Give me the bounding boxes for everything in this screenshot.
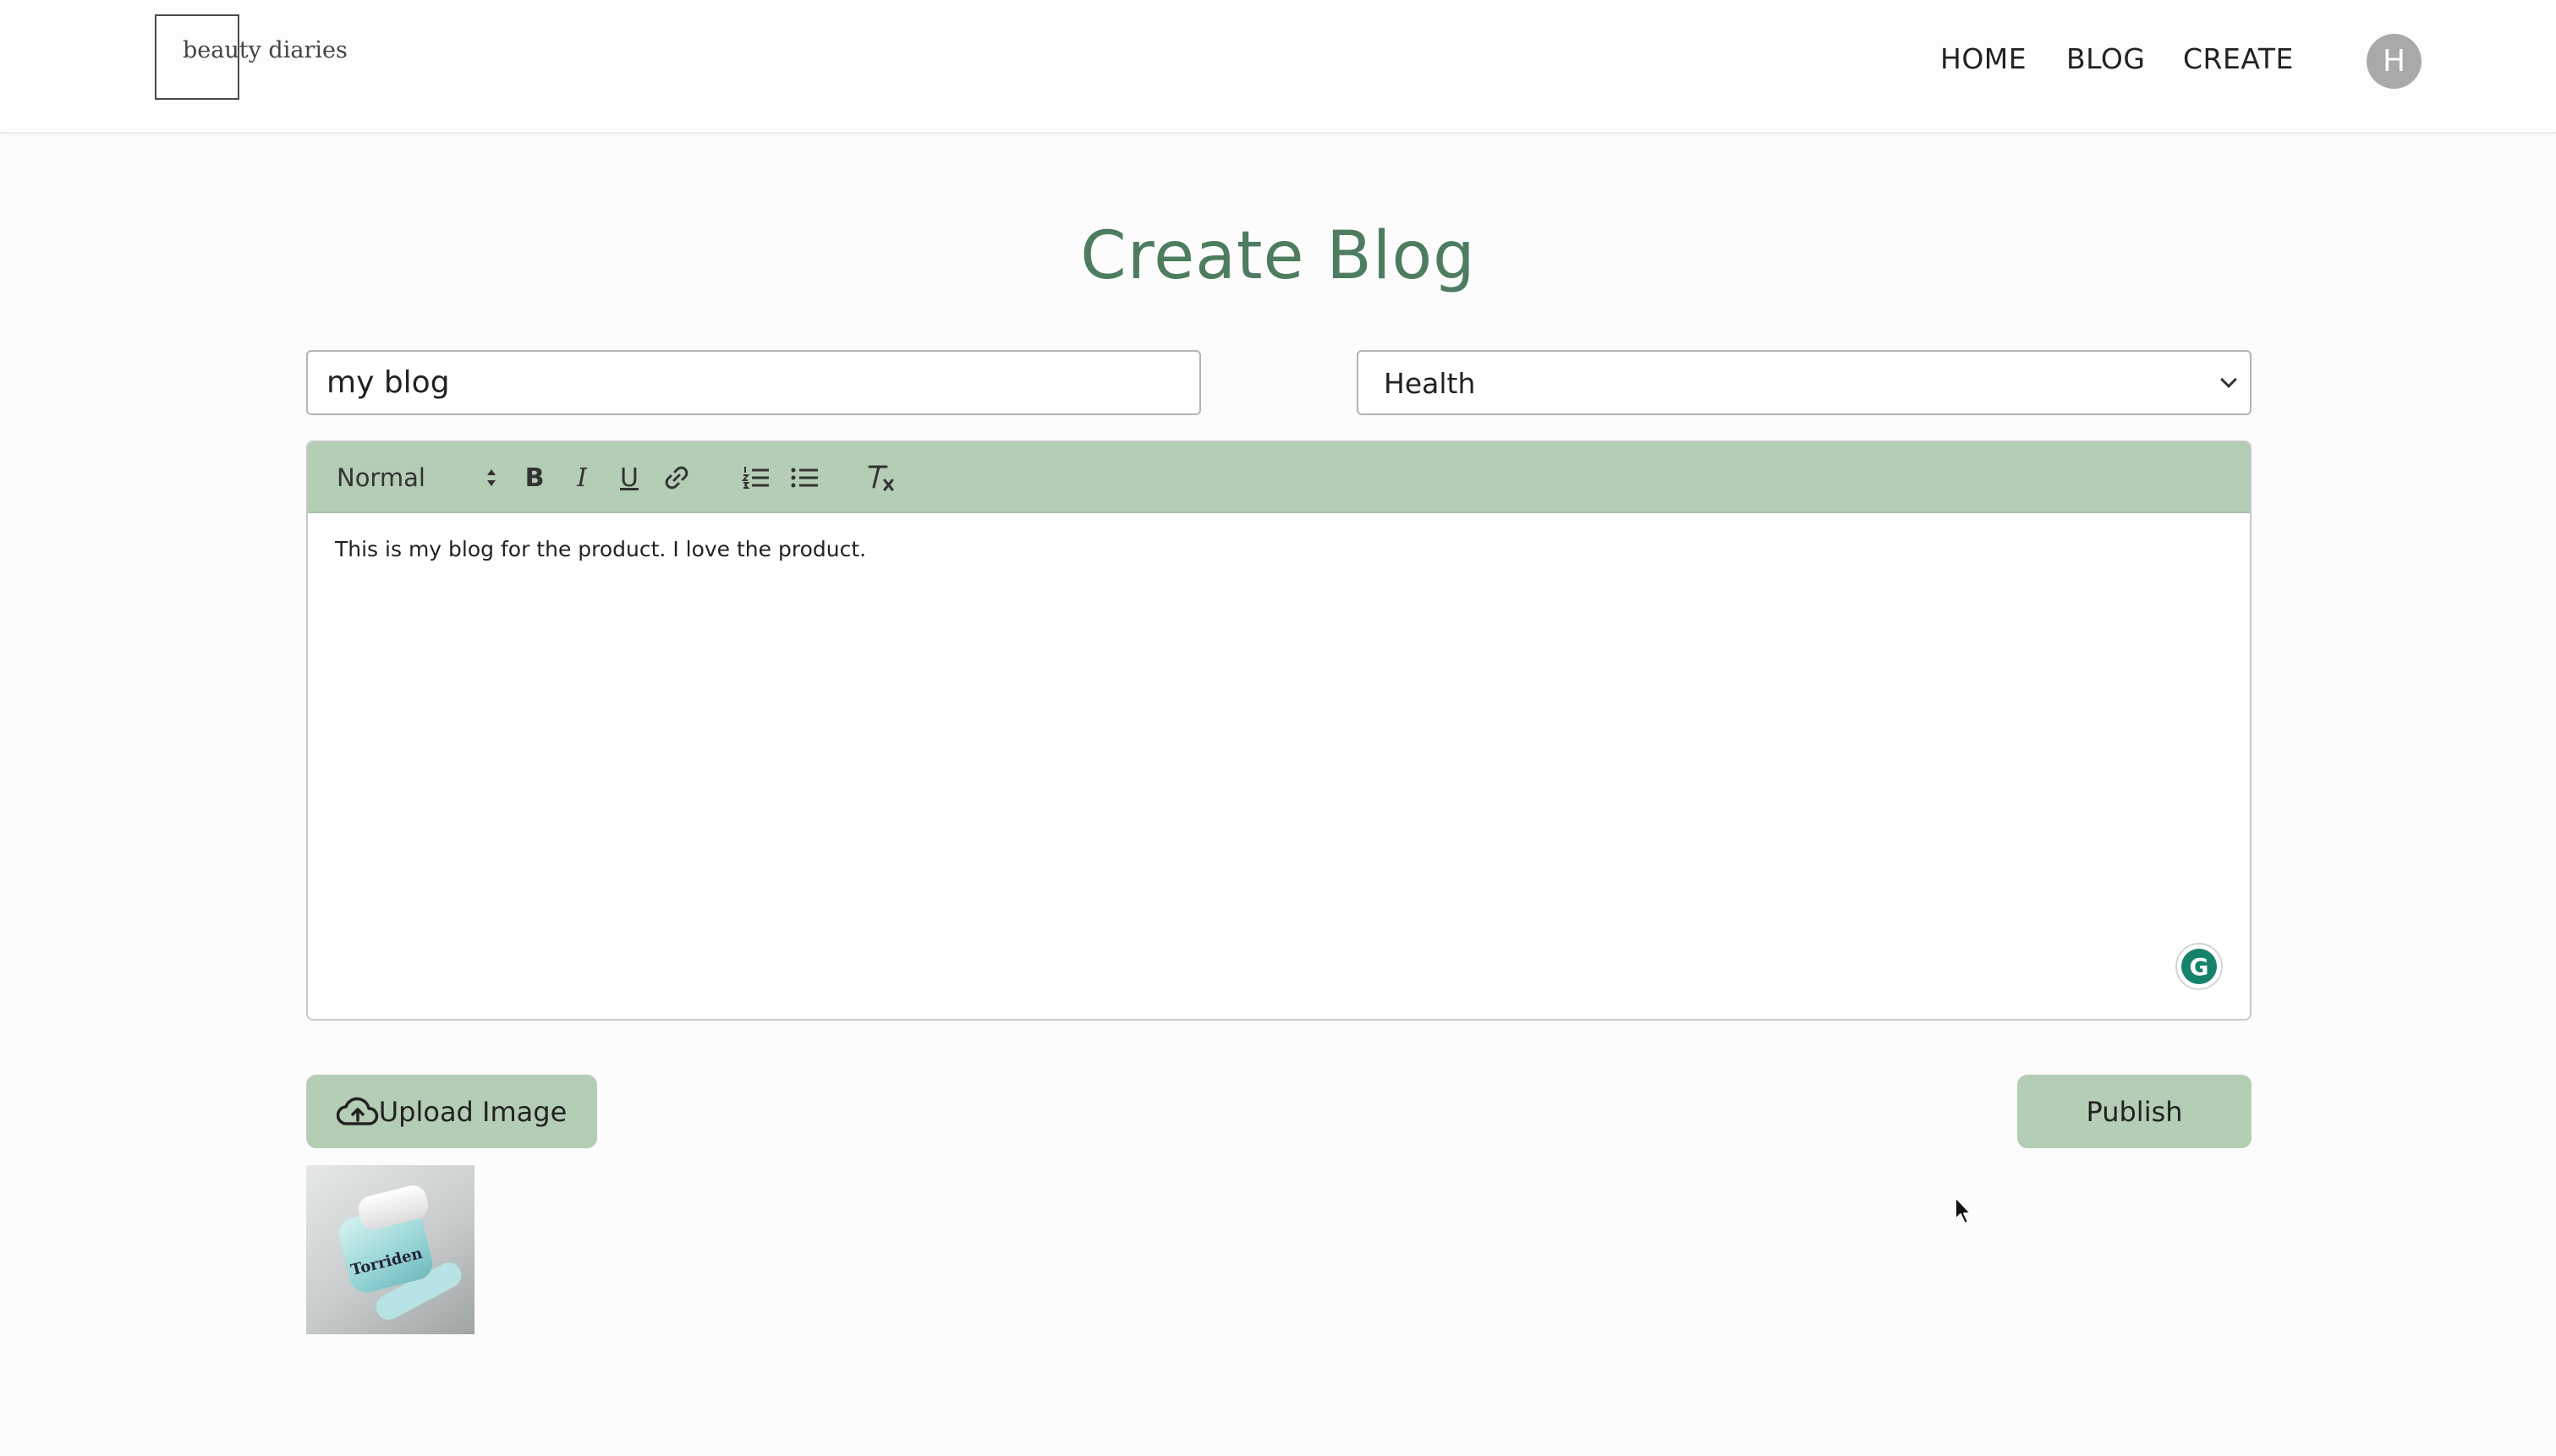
upload-image-button[interactable]: Upload Image xyxy=(306,1075,597,1148)
bold-button[interactable]: B xyxy=(516,457,553,498)
underline-icon: U xyxy=(620,463,639,493)
bullet-list-icon xyxy=(791,468,818,488)
clear-format-icon xyxy=(868,465,894,491)
clear-format-button[interactable] xyxy=(859,457,900,498)
top-navbar: beauty diaries HOME BLOG CREATE H xyxy=(0,0,2556,134)
nav-create-link[interactable]: CREATE xyxy=(2183,42,2294,75)
upload-image-label: Upload Image xyxy=(378,1095,568,1128)
underline-button[interactable]: U xyxy=(611,457,648,498)
page-title: Create Blog xyxy=(1080,218,1476,294)
category-select[interactable]: Health xyxy=(1357,350,2252,415)
ordered-list-icon xyxy=(742,467,769,489)
user-avatar[interactable]: H xyxy=(2367,34,2422,89)
format-select-label: Normal xyxy=(337,463,425,492)
italic-icon: I xyxy=(577,463,587,493)
logo-text[interactable]: beauty diaries xyxy=(183,37,348,63)
ordered-list-button[interactable] xyxy=(738,457,775,498)
format-select[interactable]: Normal xyxy=(337,457,497,498)
publish-button[interactable]: Publish xyxy=(2017,1075,2252,1148)
updown-arrows-icon xyxy=(487,469,496,486)
uploaded-image-thumbnail: Torriden xyxy=(306,1165,474,1334)
editor-content[interactable]: This is my blog for the product. I love … xyxy=(335,537,866,561)
cloud-upload-icon xyxy=(336,1097,378,1125)
grammarly-icon: G xyxy=(2181,949,2217,984)
nav-home-link[interactable]: HOME xyxy=(1940,42,2027,75)
link-icon xyxy=(665,466,688,490)
mouse-cursor-icon xyxy=(1955,1196,1972,1224)
bold-icon: B xyxy=(524,463,545,493)
nav-blog-link[interactable]: BLOG xyxy=(2066,42,2145,75)
bullet-list-button[interactable] xyxy=(787,457,824,498)
editor-toolbar: Normal B I U xyxy=(308,442,2250,513)
chevron-down-icon xyxy=(2220,371,2237,388)
link-button[interactable] xyxy=(658,457,695,498)
grammarly-button[interactable]: G xyxy=(2175,943,2223,990)
rich-text-editor: Normal B I U This is my blog for the pro… xyxy=(306,441,2252,1021)
category-selected-value: Health xyxy=(1384,367,1476,400)
italic-button[interactable]: I xyxy=(563,457,601,498)
publish-label: Publish xyxy=(2086,1095,2183,1128)
blog-title-input[interactable] xyxy=(306,350,1201,415)
